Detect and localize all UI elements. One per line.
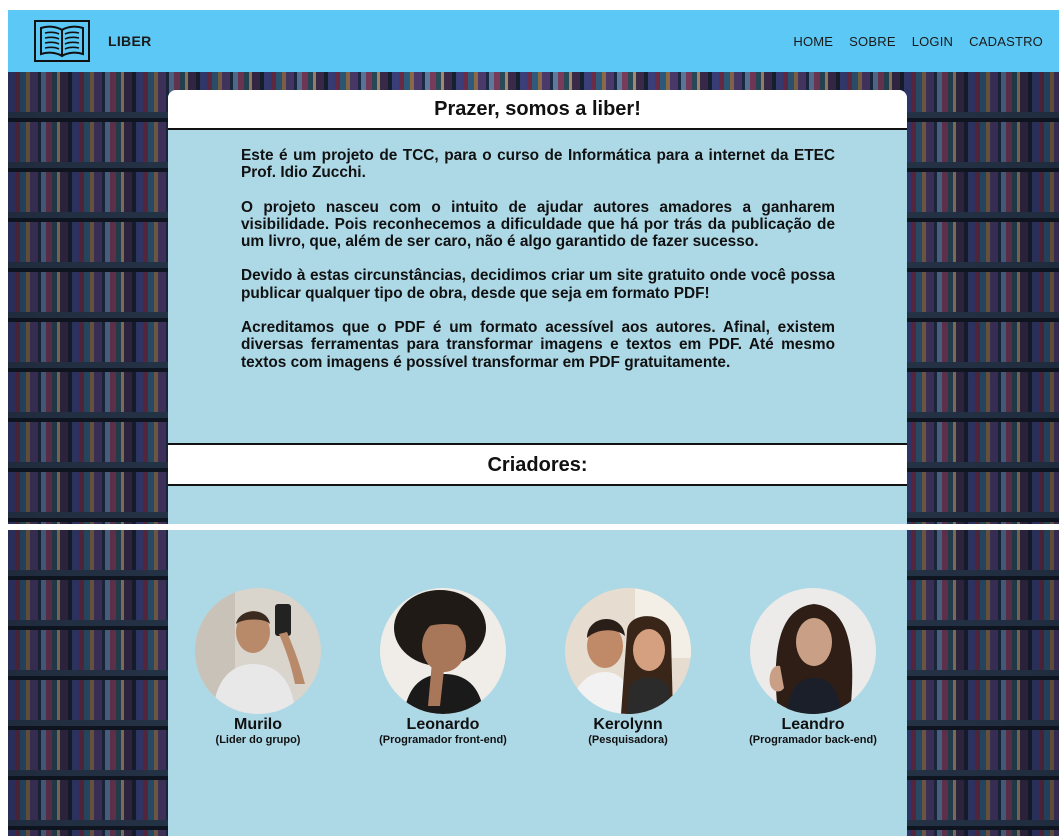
creator-card: Leandro (Programador back-end): [728, 588, 898, 747]
creator-role: (Programador front-end): [379, 734, 507, 746]
about-title: Prazer, somos a liber!: [168, 90, 907, 130]
page-frame: LIBER HOME SOBRE LOGIN CADASTRO Prazer, …: [8, 10, 1059, 836]
creator-avatar: [565, 588, 691, 714]
nav-home[interactable]: HOME: [793, 34, 833, 49]
creator-avatar: [750, 588, 876, 714]
brand-name[interactable]: LIBER: [108, 33, 152, 49]
creator-avatar: [195, 588, 321, 714]
top-navbar: LIBER HOME SOBRE LOGIN CADASTRO: [8, 10, 1059, 72]
main-nav: HOME SOBRE LOGIN CADASTRO: [793, 34, 1043, 49]
about-panel: Prazer, somos a liber! Este é um projeto…: [168, 90, 907, 524]
creators-title: Criadores:: [168, 443, 907, 486]
creator-avatar: [380, 588, 506, 714]
creator-name: Kerolynn: [593, 716, 663, 733]
about-paragraph: Acreditamos que o PDF é um formato acess…: [241, 319, 835, 371]
creator-role: (Pesquisadora): [588, 734, 668, 746]
nav-sobre[interactable]: SOBRE: [849, 34, 896, 49]
about-paragraph: O projeto nasceu com o intuito de ajudar…: [241, 198, 835, 251]
about-paragraph: Devido à estas circunstâncias, decidimos…: [241, 267, 835, 302]
creator-card: Leonardo (Programador front-end): [358, 588, 528, 747]
about-text: Este é um projeto de TCC, para o curso d…: [241, 147, 835, 388]
creators-panel: Murilo (Lider do grupo) Leonardo (Progra…: [168, 530, 907, 836]
creator-name: Murilo: [234, 716, 282, 733]
creator-name: Leonardo: [406, 716, 480, 733]
creator-card: Kerolynn (Pesquisadora): [543, 588, 713, 747]
nav-login[interactable]: LOGIN: [912, 34, 953, 49]
creator-role: (Programador back-end): [749, 734, 877, 746]
creators-list: Murilo (Lider do grupo) Leonardo (Progra…: [168, 588, 907, 748]
nav-cadastro[interactable]: CADASTRO: [969, 34, 1043, 49]
open-book-icon[interactable]: [34, 20, 90, 62]
creator-name: Leandro: [781, 716, 845, 733]
about-paragraph: Este é um projeto de TCC, para o curso d…: [241, 147, 835, 182]
creator-card: Murilo (Lider do grupo): [173, 588, 343, 747]
creator-role: (Lider do grupo): [215, 734, 301, 746]
